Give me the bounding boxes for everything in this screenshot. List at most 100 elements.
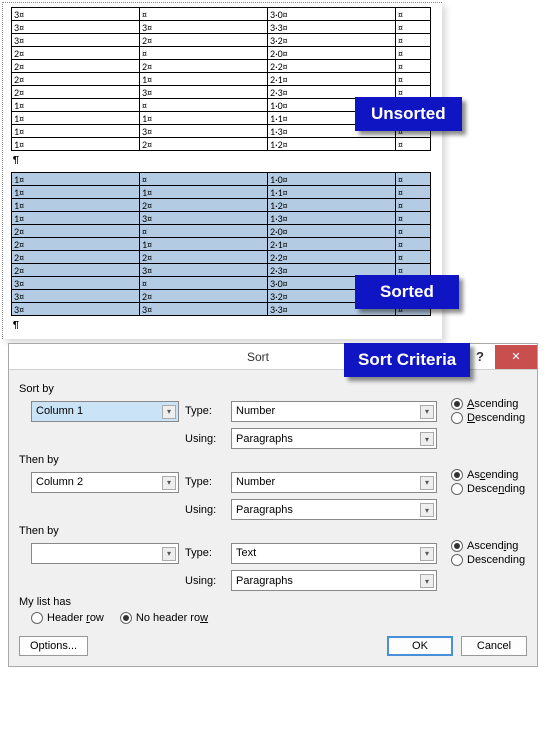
table-cell: 1¤ — [12, 186, 140, 199]
table-cell: 2¤ — [140, 138, 268, 151]
table-cell: 2·1¤ — [268, 73, 396, 86]
table-cell: 3¤ — [140, 125, 268, 138]
table-row: 1¤¤1·0¤¤ — [12, 173, 431, 186]
table-row: 2¤2¤2·2¤¤ — [12, 251, 431, 264]
radio-icon — [31, 612, 43, 624]
table-cell: ¤ — [396, 251, 431, 264]
sort-by-descending-radio[interactable]: Descending — [451, 412, 525, 424]
table-cell: 1¤ — [12, 99, 140, 112]
table-cell: 2·0¤ — [268, 225, 396, 238]
table-cell: 2·2¤ — [268, 60, 396, 73]
table-cell: 3¤ — [140, 86, 268, 99]
using-label: Using: — [185, 504, 225, 516]
cancel-button[interactable]: Cancel — [461, 636, 527, 656]
table-cell: ¤ — [396, 47, 431, 60]
ok-button[interactable]: OK — [387, 636, 453, 656]
table-cell: ¤ — [140, 8, 268, 21]
then-by-2-label: Then by — [19, 525, 527, 537]
table-cell: 2¤ — [12, 60, 140, 73]
then-by-field-combo[interactable]: Column 2 ▾ — [31, 472, 179, 493]
then-by-ascending-radio[interactable]: Ascending — [451, 469, 525, 481]
type-label: Type: — [185, 405, 225, 417]
table-row: 1¤1¤1·1¤¤ — [12, 186, 431, 199]
radio-icon — [451, 412, 463, 424]
table-cell: ¤ — [140, 47, 268, 60]
help-button[interactable]: ? — [467, 345, 493, 369]
table-cell: 1·1¤ — [268, 186, 396, 199]
sort-by-label: Sort by — [19, 383, 527, 395]
table-cell: 1·3¤ — [268, 212, 396, 225]
table-cell: 3¤ — [12, 277, 140, 290]
then-by-2-using-combo[interactable]: Paragraphs ▾ — [231, 570, 437, 591]
then-by-2-field-combo[interactable]: ▾ — [31, 543, 179, 564]
table-cell: 1·2¤ — [268, 199, 396, 212]
dialog-body: Sort by Column 1 ▾ Type: Number ▾ Ascend… — [9, 370, 537, 666]
table-row: 1¤2¤1·2¤¤ — [12, 199, 431, 212]
document-area: 3¤¤3·0¤¤3¤3¤3·3¤¤3¤2¤3·2¤¤2¤¤2·0¤¤2¤2¤2·… — [2, 2, 442, 339]
chevron-down-icon: ▾ — [420, 432, 434, 446]
sort-by-using-combo[interactable]: Paragraphs ▾ — [231, 428, 437, 449]
help-icon: ? — [476, 349, 484, 364]
sort-dialog: Sort Criteria Sort ? ✕ Sort by Column 1 … — [8, 343, 538, 667]
header-row-radio[interactable]: Header row — [31, 612, 104, 624]
table-cell: 3·0¤ — [268, 8, 396, 21]
table-cell: 3·2¤ — [268, 34, 396, 47]
chevron-down-icon: ▾ — [420, 574, 434, 588]
table-cell: ¤ — [396, 173, 431, 186]
options-button[interactable]: Options... — [19, 636, 88, 656]
table-cell: 2¤ — [12, 251, 140, 264]
radio-icon — [120, 612, 132, 624]
table-cell: ¤ — [140, 173, 268, 186]
table-cell: ¤ — [140, 277, 268, 290]
sort-by-field-combo[interactable]: Column 1 ▾ — [31, 401, 179, 422]
table-cell: 2¤ — [140, 34, 268, 47]
radio-icon — [451, 540, 463, 552]
table-cell: 1¤ — [12, 112, 140, 125]
table-cell: 2¤ — [140, 60, 268, 73]
radio-icon — [451, 469, 463, 481]
close-button[interactable]: ✕ — [495, 345, 537, 369]
table-row: 2¤¤2·0¤¤ — [12, 47, 431, 60]
chevron-down-icon: ▾ — [420, 547, 434, 561]
table-cell: 2¤ — [12, 238, 140, 251]
table-cell: 1¤ — [12, 173, 140, 186]
no-header-row-radio[interactable]: No header row — [120, 612, 208, 624]
table-cell: 3¤ — [140, 303, 268, 316]
table-cell: 2·0¤ — [268, 47, 396, 60]
table-cell: ¤ — [396, 199, 431, 212]
chevron-down-icon: ▾ — [420, 503, 434, 517]
type-label: Type: — [185, 547, 225, 559]
table-cell: 3¤ — [12, 290, 140, 303]
table-row: 3¤2¤3·2¤¤ — [12, 34, 431, 47]
table-cell: 3¤ — [12, 8, 140, 21]
sorted-badge: Sorted — [355, 275, 459, 309]
then-by-2-type-combo[interactable]: Text ▾ — [231, 543, 437, 564]
table-cell: ¤ — [140, 225, 268, 238]
table-cell: 3¤ — [140, 21, 268, 34]
table-cell: 1¤ — [140, 73, 268, 86]
table-cell: 1¤ — [12, 125, 140, 138]
table-row: 1¤3¤1·3¤¤ — [12, 212, 431, 225]
then-by-2-descending-radio[interactable]: Descending — [451, 554, 525, 566]
using-label: Using: — [185, 433, 225, 445]
table-row: 3¤3¤3·3¤¤ — [12, 21, 431, 34]
table-cell: 1·0¤ — [268, 173, 396, 186]
table-row: 2¤2¤2·2¤¤ — [12, 60, 431, 73]
table-cell: 1¤ — [12, 138, 140, 151]
table-row: 2¤1¤2·1¤¤ — [12, 73, 431, 86]
table-cell: 2¤ — [140, 199, 268, 212]
then-by-descending-radio[interactable]: Descending — [451, 483, 525, 495]
then-by-2-ascending-radio[interactable]: Ascending — [451, 540, 525, 552]
chevron-down-icon: ▾ — [420, 476, 434, 490]
then-by-using-combo[interactable]: Paragraphs ▾ — [231, 499, 437, 520]
table-cell: ¤ — [396, 186, 431, 199]
table-cell: 1¤ — [140, 186, 268, 199]
table-cell: 3¤ — [140, 264, 268, 277]
then-by-type-combo[interactable]: Number ▾ — [231, 472, 437, 493]
table-cell: ¤ — [396, 225, 431, 238]
sort-by-ascending-radio[interactable]: Ascending — [451, 398, 525, 410]
table-cell: 1¤ — [140, 238, 268, 251]
sort-by-type-combo[interactable]: Number ▾ — [231, 401, 437, 422]
table-row: 2¤¤2·0¤¤ — [12, 225, 431, 238]
table-cell: 2·2¤ — [268, 251, 396, 264]
